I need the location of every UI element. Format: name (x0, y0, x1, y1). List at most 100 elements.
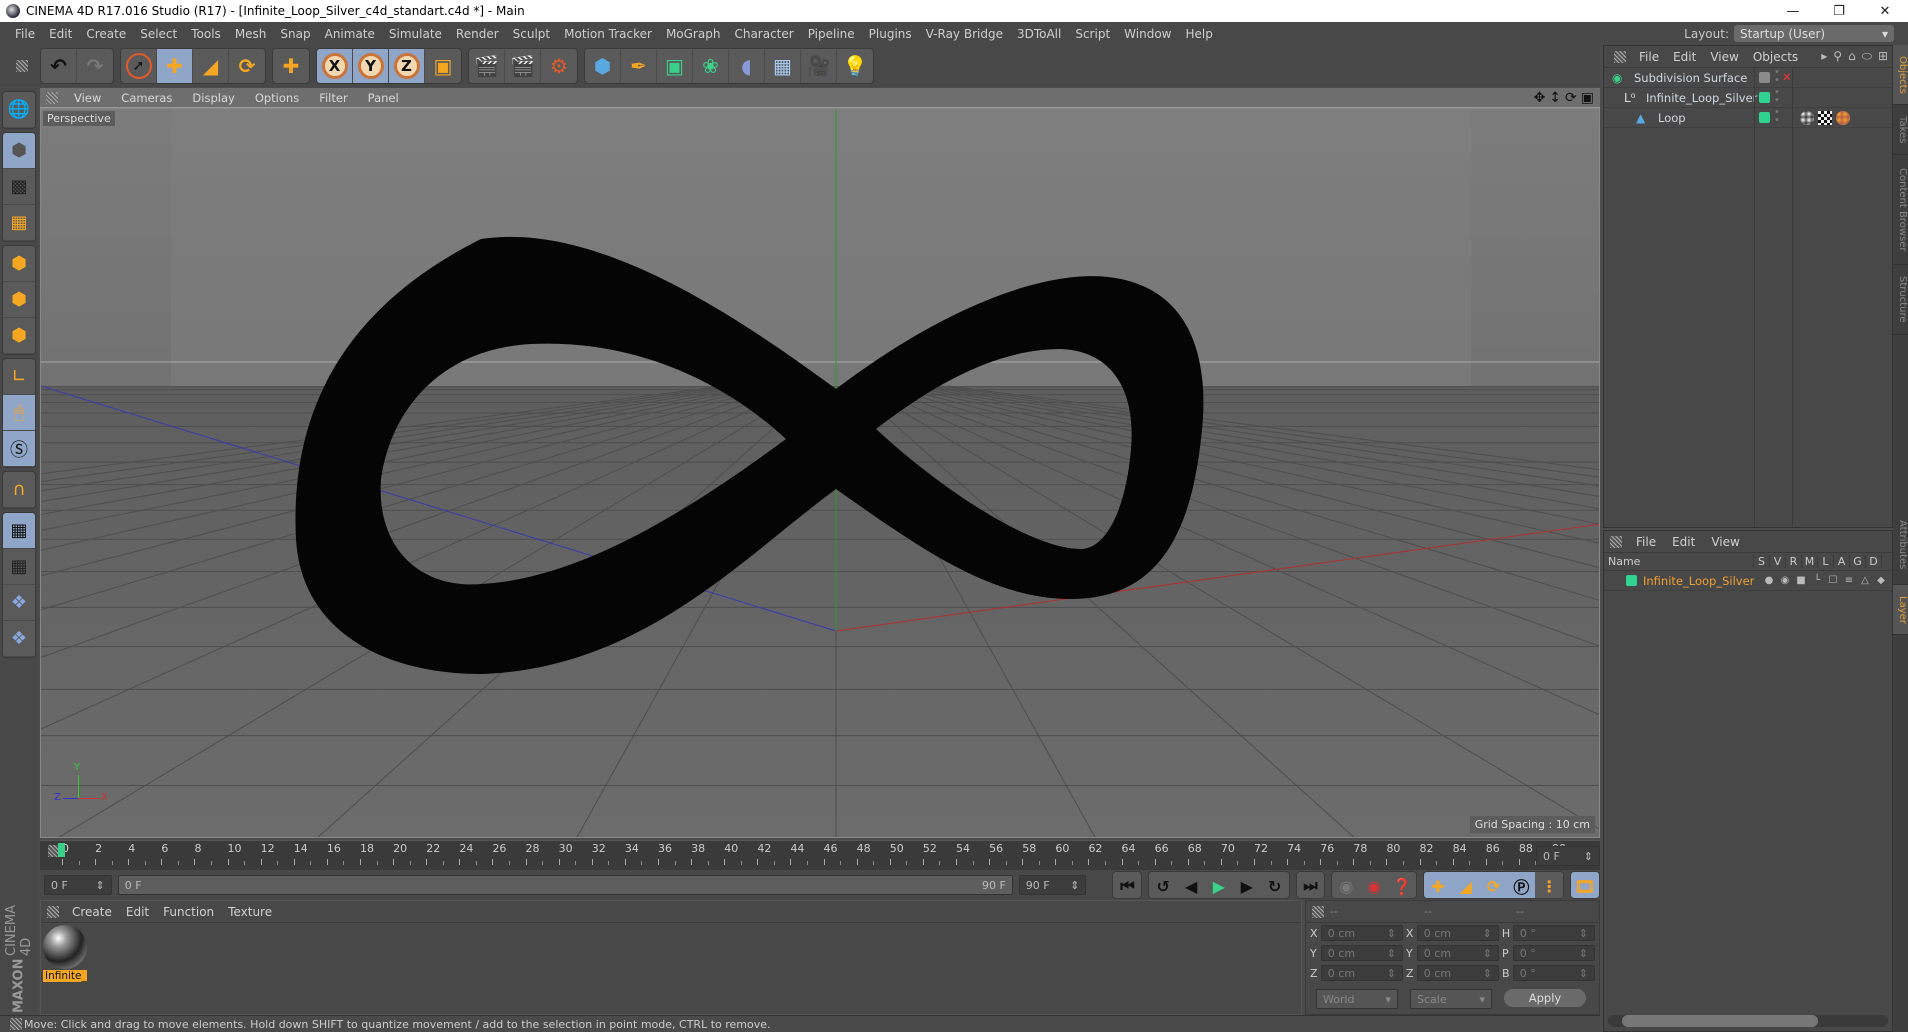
cloner-icon[interactable]: ❀ (693, 49, 729, 83)
position-z-field[interactable]: 0 cm ⇕ (1320, 965, 1403, 981)
object-row[interactable]: L⁰ Infinite_Loop_Silver • • (1604, 88, 1892, 108)
size-mode-select[interactable]: Scale ▾ (1410, 989, 1492, 1009)
stepper-icon[interactable]: ⇕ (1483, 967, 1492, 980)
timeline-ruler[interactable]: 0 2 4 6 8 10 12 14 16 18 20 22 24 26 28 30 32 34 36 38 40 42 4… (40, 840, 1600, 870)
layer-column-a[interactable]: A (1834, 555, 1850, 568)
material-item[interactable]: Infinite_ (43, 925, 87, 985)
edges-mode-icon[interactable]: ⬢ (3, 282, 35, 318)
go-to-start-button[interactable]: ⏮ (1113, 872, 1141, 898)
undo-icon[interactable]: ↶ (41, 49, 77, 83)
render-view-icon[interactable]: 🎬 (469, 49, 505, 83)
material-menu-edit[interactable]: Edit (119, 905, 156, 919)
planar-workplane-icon[interactable]: ▦ (3, 549, 35, 585)
tab-layer[interactable]: Layer (1893, 585, 1908, 635)
layer-row[interactable]: Infinite_Loop_Silver ● ◉ ■ └ ☐ ≡ △ ◆ (1604, 571, 1892, 591)
uvw-tag-icon[interactable] (1818, 111, 1832, 125)
pan-icon[interactable]: ✥ (1534, 90, 1546, 106)
disabled-x-icon[interactable]: ✕ (1782, 70, 1792, 84)
layout-dropdown[interactable]: Startup (User) ▾ (1734, 25, 1894, 42)
object-name[interactable]: Loop (1658, 111, 1686, 125)
material-tag-icon[interactable] (1800, 111, 1814, 125)
visibility-dots-icon[interactable]: • • (1774, 88, 1780, 106)
manager-icon[interactable]: └ (1809, 575, 1825, 586)
generators-icon[interactable]: △ (1857, 575, 1873, 586)
tweak-mode-icon[interactable]: 🖱 (3, 395, 35, 431)
size-x-field[interactable]: 0 cm ⇕ (1416, 925, 1499, 941)
record-active-objects-icon[interactable]: ◉ (1360, 872, 1388, 898)
size-z-field[interactable]: 0 cm ⇕ (1416, 965, 1499, 981)
rotate-icon[interactable]: ⟳ (229, 49, 265, 83)
layers-menu-edit[interactable]: Edit (1664, 535, 1703, 549)
layers-menu-file[interactable]: File (1628, 535, 1664, 549)
toggle-layout-icon[interactable]: ▣ (1581, 90, 1594, 106)
menu-3dtoall[interactable]: 3DToAll (1010, 27, 1068, 41)
viewport-menu-options[interactable]: Options (245, 91, 309, 105)
workplane-mode-icon[interactable]: ▦ (3, 205, 35, 241)
menu-edit[interactable]: Edit (42, 27, 79, 41)
coords-grip[interactable] (1312, 905, 1324, 918)
z-axis-lock-icon[interactable]: Z (389, 49, 425, 83)
rotation-h-field[interactable]: 0 ° ⇕ (1512, 925, 1595, 941)
restore-button[interactable]: ❐ (1816, 0, 1862, 22)
menu-script[interactable]: Script (1068, 27, 1117, 41)
pen-spline-icon[interactable]: ✒ (621, 49, 657, 83)
camera-label[interactable]: Perspective (43, 111, 115, 126)
go-to-end-button[interactable]: ⏭ (1297, 872, 1325, 898)
stepper-icon[interactable]: ⇕ (1387, 967, 1396, 980)
phong-tag-icon[interactable] (1836, 111, 1850, 125)
toolbar-grip[interactable] (16, 60, 28, 72)
object-row[interactable]: ◉ Subdivision Surface • • ✕ (1604, 68, 1892, 88)
menu-help[interactable]: Help (1178, 27, 1219, 41)
snap-icon[interactable]: ∩ (3, 472, 35, 508)
visible-icon[interactable]: ◉ (1777, 575, 1793, 586)
position-x-field[interactable]: 0 cm ⇕ (1320, 925, 1403, 941)
objects-menu-file[interactable]: File (1632, 50, 1666, 64)
end-frame-field[interactable]: 90 F ⇕ (1018, 875, 1087, 895)
material-grip[interactable] (47, 905, 59, 918)
layer-color-swatch[interactable] (1759, 92, 1770, 103)
playhead[interactable] (58, 843, 65, 857)
start-frame-field[interactable]: 0 F ⇕ (44, 875, 112, 895)
layer-color-swatch[interactable] (1759, 72, 1770, 83)
visibility-dots-icon[interactable]: • • (1774, 68, 1780, 86)
solo-icon[interactable]: ● (1761, 575, 1777, 586)
deformers-icon[interactable]: ◆ (1873, 575, 1889, 586)
menu-vray-bridge[interactable]: V-Ray Bridge (919, 27, 1010, 41)
current-frame-field[interactable]: 0 F ⇕ (1536, 846, 1600, 866)
autokeying-icon[interactable]: ❓ (1388, 872, 1416, 898)
axis-mode-icon[interactable]: ∟ (3, 359, 35, 395)
dolly-icon[interactable]: ↕ (1549, 90, 1561, 106)
tab-structure[interactable]: Structure (1893, 265, 1908, 335)
scale-track-icon[interactable]: ◢ (1452, 872, 1480, 898)
animation-icon[interactable]: ≡ (1841, 575, 1857, 586)
next-frame-button[interactable]: ▶ (1233, 872, 1261, 898)
light-icon[interactable]: 💡 (837, 49, 873, 83)
apply-button[interactable]: Apply (1504, 989, 1586, 1007)
new-window-icon[interactable]: ⊞ (1878, 49, 1888, 64)
menu-character[interactable]: Character (727, 27, 800, 41)
floor-icon[interactable]: ▦ (765, 49, 801, 83)
material-menu-texture[interactable]: Texture (221, 905, 279, 919)
rotation-b-field[interactable]: 0 ° ⇕ (1512, 965, 1595, 981)
objects-menu-edit[interactable]: Edit (1666, 50, 1703, 64)
subdivision-surface-icon[interactable]: ▣ (657, 49, 693, 83)
play-forward-button[interactable]: ▶ (1205, 872, 1233, 898)
layer-column-s[interactable]: S (1754, 555, 1770, 568)
stepper-icon[interactable]: ⇕ (95, 879, 104, 892)
stepper-icon[interactable]: ⇕ (1483, 927, 1492, 940)
points-mode-icon[interactable]: ⬢ (3, 246, 35, 282)
menu-simulate[interactable]: Simulate (382, 27, 449, 41)
layer-column-d[interactable]: D (1866, 555, 1882, 568)
menu-select[interactable]: Select (133, 27, 184, 41)
point-level-animation-icon[interactable]: ⋮ (1535, 872, 1564, 898)
tab-takes[interactable]: Takes (1893, 105, 1908, 155)
menu-animate[interactable]: Animate (318, 27, 382, 41)
next-keyframe-button[interactable]: ↻ (1261, 872, 1289, 898)
minimize-button[interactable]: — (1770, 0, 1816, 22)
layer-column-v[interactable]: V (1770, 555, 1786, 568)
model-mode-icon[interactable]: ⬢ (3, 133, 35, 169)
live-selection-icon[interactable]: ➚ (121, 49, 157, 83)
home-icon[interactable]: ⌂ (1848, 49, 1856, 64)
move-icon[interactable]: ✚ (157, 49, 193, 83)
layer-manager-grip[interactable] (1610, 535, 1622, 548)
